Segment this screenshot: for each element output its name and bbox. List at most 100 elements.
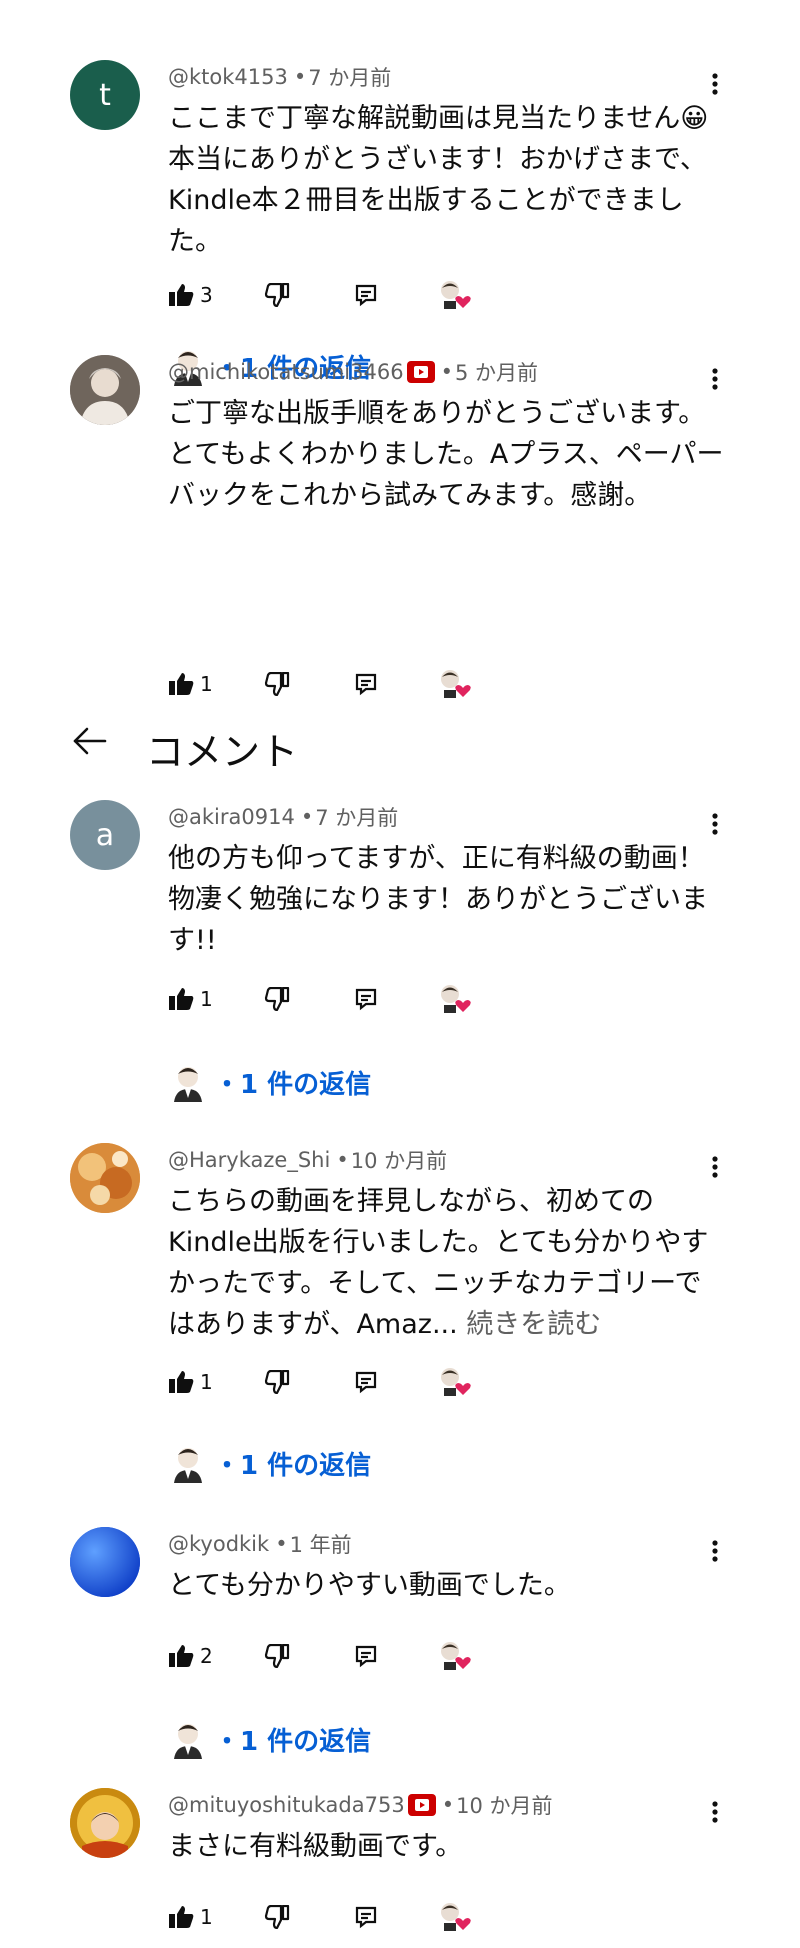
creator-heart-badge [438,1900,472,1934]
dislike-button[interactable] [264,1365,290,1399]
meta-separator: • [441,1793,455,1817]
more-options-icon[interactable] [700,1794,730,1830]
comment-time[interactable]: 10 か月前 [351,1145,447,1175]
comment-time[interactable]: 1 年前 [290,1529,352,1559]
more-options-icon[interactable] [700,361,730,397]
creator-heart-badge [438,1639,472,1673]
creator-heart-icon [441,670,471,698]
creator-avatar-icon [174,1067,202,1102]
reply-button[interactable] [354,1639,378,1673]
reply-button[interactable] [354,1900,378,1934]
creator-avatar-icon [174,1448,202,1483]
thumbs-up-icon [169,1906,194,1928]
comment-meta: @ktok4153 • 7 か月前 [168,62,391,92]
like-count: 3 [200,283,213,307]
creator-heart-icon [441,985,471,1013]
dislike-button[interactable] [264,278,290,312]
profile-photo [70,355,140,425]
comment-meta: @mituyoshitukada753 • 10 か月前 [168,1790,552,1820]
comment-time[interactable]: 7 か月前 [308,62,391,92]
avatar[interactable] [70,355,140,425]
like-button[interactable]: 1 [168,982,213,1016]
like-button[interactable]: 2 [168,1639,213,1673]
like-count: 1 [200,987,213,1011]
dislike-button[interactable] [264,1639,290,1673]
comment-actions: 1 [168,1900,768,1934]
thumbs-down-icon [264,283,290,307]
comments-header: コメント [0,715,800,774]
thumbs-down-icon [264,1644,290,1668]
avatar-letter: a [95,817,115,853]
comment-meta: @michikotatsumi3466 • 5 か月前 [168,357,538,387]
comment-handle[interactable]: @michikotatsumi3466 [168,360,404,384]
comment-meta: @kyodkik • 1 年前 [168,1529,352,1559]
comment-actions: 1 [168,1365,768,1399]
view-replies-button[interactable]: ・1 件の返信 [168,1060,371,1104]
meta-separator: • [440,360,453,384]
read-more-link[interactable]: 続きを読む [466,1309,601,1340]
thumbs-down-icon [264,987,290,1011]
comment-text: こちらの動画を拝見しながら、初めてのKindle出版を行いました。とても分かりや… [168,1181,728,1345]
comment-meta: @Harykaze_Shi • 10 か月前 [168,1145,447,1175]
profile-photo [70,1788,140,1858]
comment-handle[interactable]: @mituyoshitukada753 [168,1793,405,1817]
comment-handle[interactable]: @kyodkik [168,1532,269,1556]
comment-time[interactable]: 5 か月前 [455,357,538,387]
replies-label: ・1 件の返信 [214,1726,372,1757]
profile-photo [70,1143,140,1213]
comment-text: ここまで丁寧な解説動画は見当たりません😀本当にありがとうざいます！おかげさまで、… [168,103,709,257]
reply-button[interactable] [354,278,378,312]
avatar[interactable] [70,1143,140,1213]
like-button[interactable]: 3 [168,278,213,312]
meta-separator: • [293,65,307,89]
comment-actions: 2 [168,1639,768,1673]
thumbs-up-icon [169,988,194,1010]
comment-text-body: こちらの動画を拝見しながら、初めてのKindle出版を行いました。とても分かりや… [168,1186,709,1340]
comment-handle[interactable]: @ktok4153 [168,65,288,89]
thumbs-up-icon [169,1371,194,1393]
comment-time[interactable]: 10 か月前 [456,1790,552,1820]
comment-actions: 3 [168,278,768,312]
dislike-button[interactable] [264,1900,290,1934]
dislike-button[interactable] [264,982,290,1016]
creator-heart-badge [438,278,472,312]
more-options-icon[interactable] [700,1149,730,1185]
comment-actions: 1 [168,667,768,701]
reply-comment-icon [355,673,377,696]
more-options-icon[interactable] [700,806,730,842]
avatar[interactable]: a [70,800,140,870]
dislike-button[interactable] [264,667,290,701]
comment-text: とても分かりやすい動画でした。 [168,1570,571,1601]
like-button[interactable]: 1 [168,1365,213,1399]
replies-label: ・1 件の返信 [214,1069,372,1100]
reply-comment-icon [355,1906,377,1929]
like-count: 1 [200,1370,213,1394]
like-button[interactable]: 1 [168,667,213,701]
view-replies-button[interactable]: ・1 件の返信 [168,1717,371,1761]
avatar[interactable] [70,1527,140,1597]
creator-heart-icon [441,1642,471,1670]
comment-handle[interactable]: @Harykaze_Shi [168,1148,330,1172]
youtube-member-badge [407,1794,436,1816]
back-arrow-icon[interactable] [72,725,108,761]
more-options-icon[interactable] [700,66,730,102]
avatar[interactable]: t [70,60,140,130]
meta-separator: • [300,805,314,829]
comment-handle[interactable]: @akira0914 [168,805,295,829]
comment-text: ご丁寧な出版手順をありがとうございます。とてもよくわかりました。Aプラス、ペーパ… [168,398,724,511]
comment-time[interactable]: 7 か月前 [315,802,398,832]
like-count: 2 [200,1644,213,1668]
reply-button[interactable] [354,1365,378,1399]
reply-comment-icon [355,988,377,1011]
comment-meta: @akira0914 • 7 か月前 [168,802,398,832]
more-options-icon[interactable] [700,1533,730,1569]
profile-photo [70,1527,140,1597]
view-replies-button[interactable]: ・1 件の返信 [168,1441,371,1485]
play-icon [413,366,428,378]
avatar[interactable] [70,1788,140,1858]
like-button[interactable]: 1 [168,1900,213,1934]
creator-heart-badge [438,667,472,701]
reply-button[interactable] [354,667,378,701]
thumbs-down-icon [264,1370,290,1394]
reply-button[interactable] [354,982,378,1016]
